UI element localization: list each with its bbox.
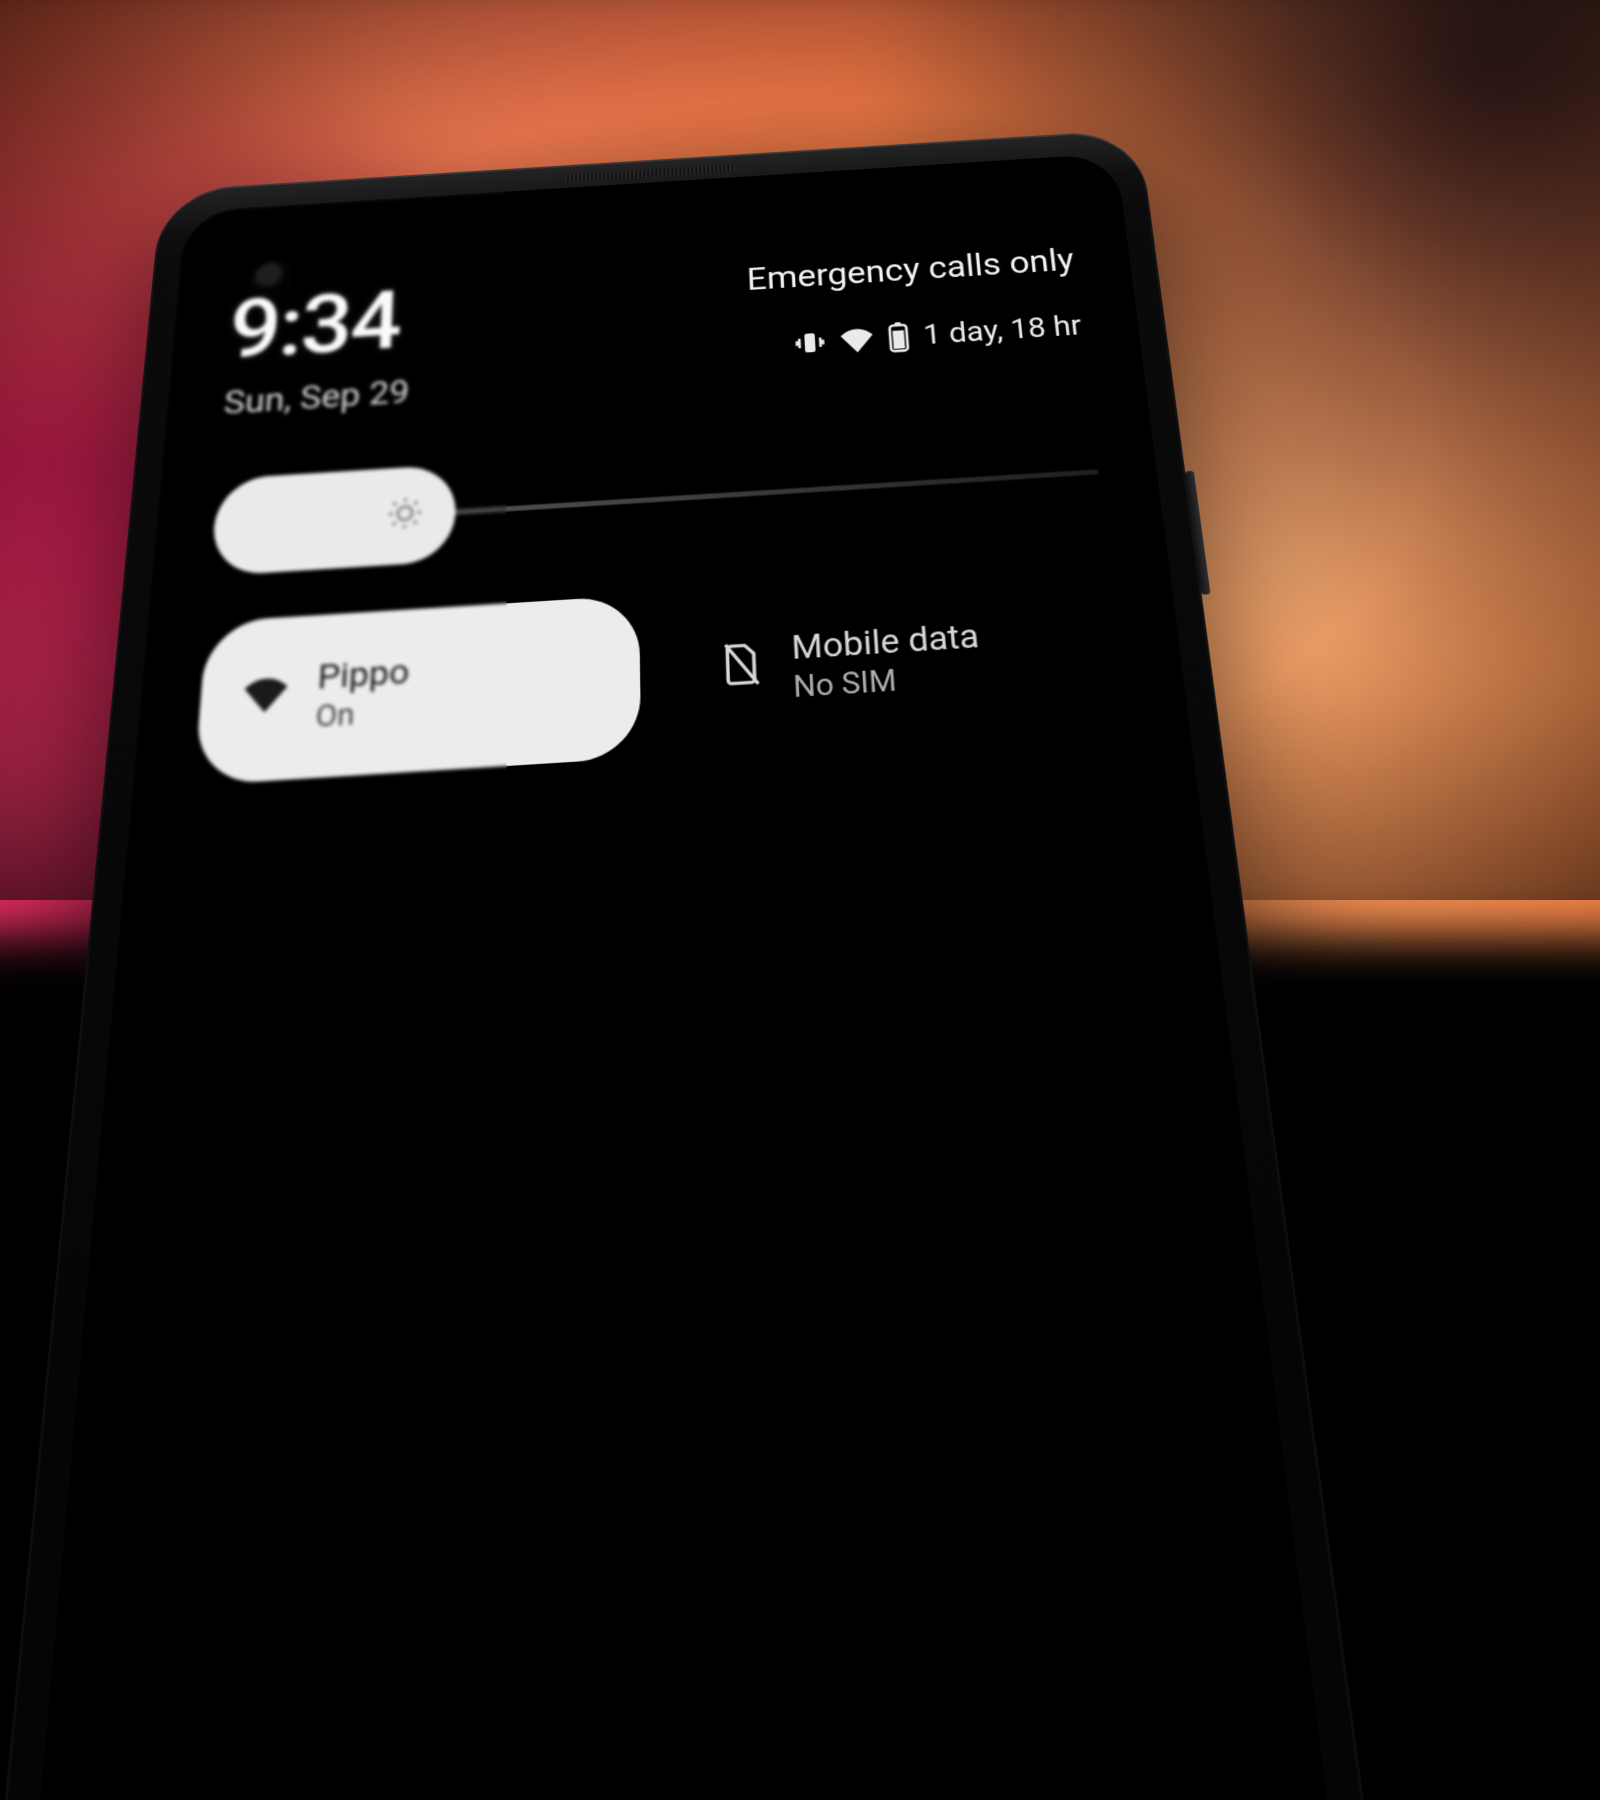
battery-icon [887,321,910,352]
stage: 9:34 Sun, Sep 29 Emergency calls only [0,0,1600,900]
quick-settings-panel[interactable]: 9:34 Sun, Sep 29 Emergency calls only [194,241,1128,785]
phone-screen: 9:34 Sun, Sep 29 Emergency calls only [0,153,1418,1800]
wifi-icon [839,324,874,354]
network-status-text: Emergency calls only [746,241,1076,298]
tile-mobile-data-labels: Mobile data No SIM [791,615,984,705]
clock-date: Sun, Sep 29 [222,373,410,423]
tile-wifi-labels: Pippo On [315,651,410,735]
brightness-slider[interactable] [210,425,1103,577]
tile-wifi[interactable]: Pippo On [194,595,641,786]
clock-block: 9:34 Sun, Sep 29 [222,283,413,423]
clock-time: 9:34 [227,283,414,368]
brightness-thumb[interactable] [210,464,456,576]
tile-wifi-title: Pippo [317,651,410,698]
wifi-icon [241,674,289,723]
vibrate-icon [793,327,826,357]
quick-settings-header: 9:34 Sun, Sep 29 Emergency calls only [222,241,1086,422]
power-button[interactable] [1185,471,1210,595]
tile-mobile-data[interactable]: Mobile data No SIM [676,566,1127,756]
no-sim-icon [720,639,765,698]
quick-tiles-row: Pippo On Mobile data [194,566,1128,786]
status-block: Emergency calls only [746,241,1083,362]
tile-wifi-subtitle: On [315,692,409,735]
brightness-icon [384,493,427,538]
battery-estimate-text: 1 day, 18 hr [922,309,1083,352]
status-indicators: 1 day, 18 hr [749,309,1083,363]
phone-body: 9:34 Sun, Sep 29 Emergency calls only [0,129,1466,1800]
